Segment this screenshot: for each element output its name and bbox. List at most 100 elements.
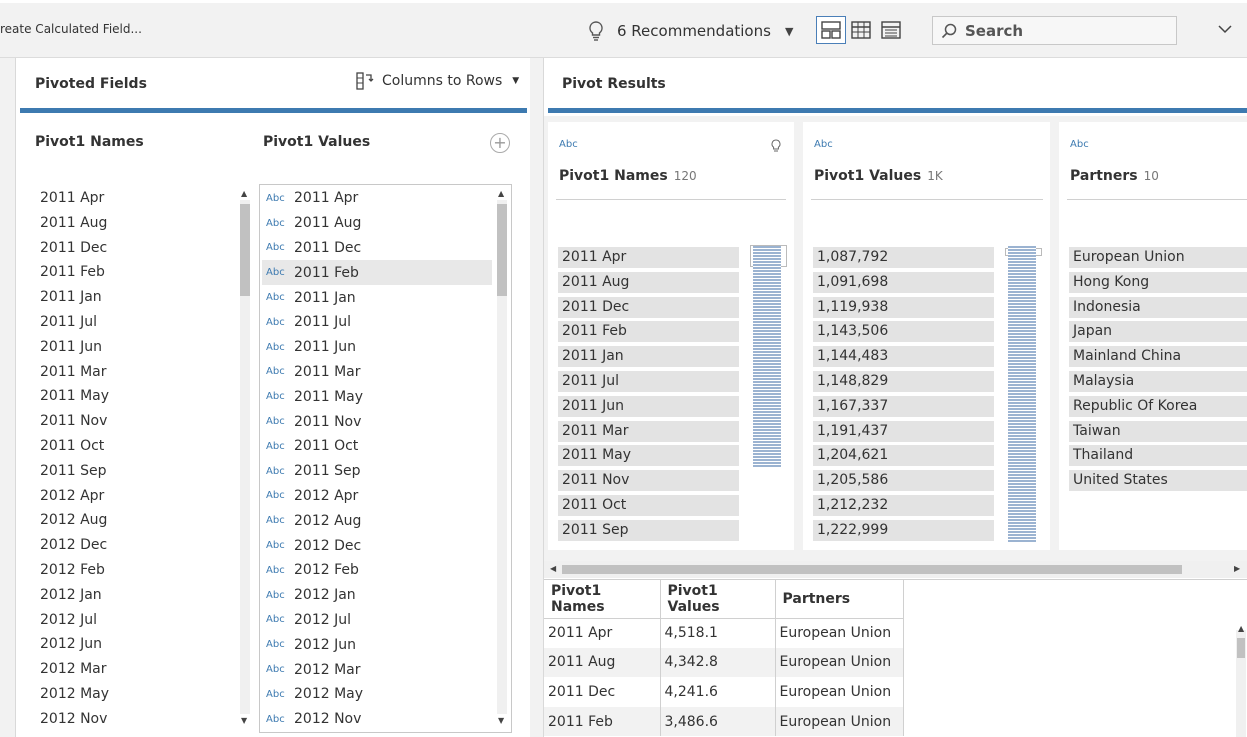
- recommendations-button[interactable]: 6 Recommendations ▼: [588, 19, 793, 43]
- pivot-names-scrollbar[interactable]: [240, 200, 250, 714]
- pivot-value-item[interactable]: Abc 2012 Mar: [262, 657, 492, 682]
- pivot-name-item[interactable]: 2012 Jul: [40, 608, 240, 633]
- profile-card-partners[interactable]: Abc Partners 10 European Union Hong Kong In…: [1059, 122, 1247, 550]
- pivot-value-item[interactable]: Abc 2011 Mar: [262, 360, 492, 385]
- table-cell[interactable]: 4,241.6: [660, 677, 776, 707]
- card-value-item[interactable]: 1,091,698: [813, 271, 994, 297]
- card-value-item[interactable]: 2011 Apr: [558, 247, 739, 272]
- card-value-item[interactable]: 2011 Nov: [558, 470, 739, 495]
- card-value-item[interactable]: 2011 Mar: [558, 420, 739, 446]
- table-cell[interactable]: 3,486.6: [660, 706, 776, 737]
- scroll-right-icon[interactable]: ▶: [1234, 564, 1240, 573]
- card-value-item[interactable]: 2011 Jan: [558, 346, 739, 371]
- list-view-button[interactable]: [846, 16, 876, 44]
- pivot-value-item[interactable]: Abc 2011 Nov: [262, 409, 492, 434]
- card-value-item[interactable]: 1,204,621: [813, 445, 994, 470]
- scrollbar-thumb[interactable]: [497, 204, 507, 296]
- histogram-bar[interactable]: [753, 246, 781, 468]
- histogram-bar[interactable]: [1008, 246, 1036, 543]
- card-value-item[interactable]: Hong Kong: [1069, 271, 1247, 297]
- card-value-item[interactable]: 1,144,483: [813, 346, 994, 371]
- scroll-up-icon[interactable]: ▲: [1238, 624, 1244, 633]
- search-field[interactable]: Search: [932, 16, 1177, 45]
- scroll-up-icon[interactable]: ▲: [241, 189, 247, 198]
- table-cell[interactable]: 2011 Apr: [544, 618, 661, 648]
- card-value-item[interactable]: 2011 Sep: [558, 519, 739, 545]
- card-value-item[interactable]: Japan: [1069, 321, 1247, 346]
- profile-card-pivot1-values[interactable]: Abc Pivot1 Values 1K 1,087,792 1,091,698 1,…: [803, 122, 1050, 550]
- pivot-name-item[interactable]: 2011 Nov: [40, 409, 240, 434]
- pivot-name-item[interactable]: 2011 Jul: [40, 310, 240, 335]
- scroll-left-icon[interactable]: ◀: [550, 564, 556, 573]
- pivot-name-item[interactable]: 2011 Mar: [40, 360, 240, 385]
- table-cell[interactable]: European Union: [775, 706, 904, 737]
- grid-header-pivot1-names[interactable]: Pivot1 Names: [544, 580, 661, 619]
- pivot-value-item[interactable]: Abc 2011 Sep: [262, 459, 492, 484]
- pivot-value-item[interactable]: Abc 2011 Jun: [262, 335, 492, 360]
- card-value-item[interactable]: 2011 Aug: [558, 271, 739, 297]
- card-value-item[interactable]: 1,205,586: [813, 470, 994, 495]
- pivot-name-item[interactable]: 2011 Dec: [40, 236, 240, 261]
- pivot-name-item[interactable]: 2011 May: [40, 384, 240, 409]
- pivot-values-scrollbar[interactable]: [497, 200, 507, 714]
- card-value-item[interactable]: Thailand: [1069, 445, 1247, 470]
- table-row[interactable]: 2011 Dec 4,241.6 European Union: [544, 677, 904, 707]
- card-value-item[interactable]: 1,191,437: [813, 420, 994, 446]
- table-row[interactable]: 2011 Apr 4,518.1 European Union: [544, 618, 904, 648]
- scrollbar-thumb[interactable]: [562, 565, 1182, 574]
- card-value-item[interactable]: 1,143,506: [813, 321, 994, 346]
- pivot-name-item[interactable]: 2012 May: [40, 682, 240, 707]
- pivot-value-item[interactable]: Abc 2011 Jul: [262, 310, 492, 335]
- pivot-value-item[interactable]: Abc 2011 May: [262, 384, 492, 409]
- table-cell[interactable]: European Union: [775, 618, 904, 648]
- pivot-value-item[interactable]: Abc 2011 Dec: [262, 236, 492, 261]
- grid-header-pivot1-values[interactable]: Pivot1 Values: [660, 580, 776, 619]
- pivot-value-item[interactable]: Abc 2012 Feb: [262, 558, 492, 583]
- pivot-value-item[interactable]: Abc 2012 May: [262, 682, 492, 707]
- table-cell[interactable]: 2011 Feb: [544, 706, 661, 737]
- card-value-item[interactable]: 2011 May: [558, 445, 739, 470]
- pivot-value-item[interactable]: Abc 2011 Oct: [262, 434, 492, 459]
- table-cell[interactable]: European Union: [775, 647, 904, 678]
- card-value-item[interactable]: 1,222,999: [813, 519, 994, 545]
- pivot-name-item[interactable]: 2011 Oct: [40, 434, 240, 459]
- pivot-name-item[interactable]: 2011 Jan: [40, 285, 240, 310]
- card-value-item[interactable]: 1,087,792: [813, 247, 994, 272]
- table-cell[interactable]: European Union: [775, 677, 904, 707]
- scrollbar-thumb[interactable]: [1237, 638, 1245, 658]
- card-value-item[interactable]: 2011 Jul: [558, 370, 739, 396]
- data-grid-view-button[interactable]: [876, 16, 906, 44]
- pivot-name-item[interactable]: 2012 Nov: [40, 707, 240, 732]
- pivot-name-item[interactable]: 2012 Apr: [40, 484, 240, 509]
- scroll-down-icon[interactable]: ▼: [498, 716, 504, 725]
- table-row[interactable]: 2011 Aug 4,342.8 European Union: [544, 647, 904, 678]
- card-value-item[interactable]: 2011 Oct: [558, 494, 739, 520]
- pivot-value-item[interactable]: Abc 2011 Jan: [262, 285, 492, 310]
- pivot-value-item[interactable]: Abc 2011 Aug: [262, 211, 492, 236]
- card-value-item[interactable]: Indonesia: [1069, 296, 1247, 322]
- add-pivot-field-button[interactable]: +: [490, 133, 510, 153]
- card-value-item[interactable]: European Union: [1069, 247, 1247, 272]
- pivot-name-item[interactable]: 2011 Aug: [40, 211, 240, 236]
- pivot-name-item[interactable]: 2012 Mar: [40, 657, 240, 682]
- card-value-item[interactable]: 2011 Feb: [558, 321, 739, 346]
- grid-header-partners[interactable]: Partners: [775, 580, 904, 619]
- pane-splitter[interactable]: [530, 58, 543, 737]
- pivot-name-item[interactable]: 2012 Jun: [40, 632, 240, 657]
- pivot-type-dropdown[interactable]: Columns to Rows ▼: [356, 72, 519, 90]
- card-value-item[interactable]: Republic Of Korea: [1069, 395, 1247, 421]
- table-cell[interactable]: 4,518.1: [660, 618, 776, 648]
- card-value-item[interactable]: 1,167,337: [813, 395, 994, 421]
- card-value-item[interactable]: 2011 Dec: [558, 296, 739, 322]
- profile-card-pivot1-names[interactable]: Abc Pivot1 Names 120 2011 Apr 2011 Aug 2011…: [548, 122, 794, 550]
- card-value-item[interactable]: Taiwan: [1069, 420, 1247, 446]
- pivot-name-item[interactable]: 2011 Sep: [40, 459, 240, 484]
- table-cell[interactable]: 4,342.8: [660, 647, 776, 678]
- pivot-value-item[interactable]: Abc 2011 Apr: [262, 186, 492, 211]
- card-value-item[interactable]: United States: [1069, 470, 1247, 495]
- scroll-up-icon[interactable]: ▲: [498, 189, 504, 198]
- pivot-name-item[interactable]: 2011 Apr: [40, 186, 240, 211]
- table-cell[interactable]: 2011 Dec: [544, 677, 661, 707]
- pivot-name-item[interactable]: 2012 Feb: [40, 558, 240, 583]
- pivot-name-item[interactable]: 2012 Jan: [40, 583, 240, 608]
